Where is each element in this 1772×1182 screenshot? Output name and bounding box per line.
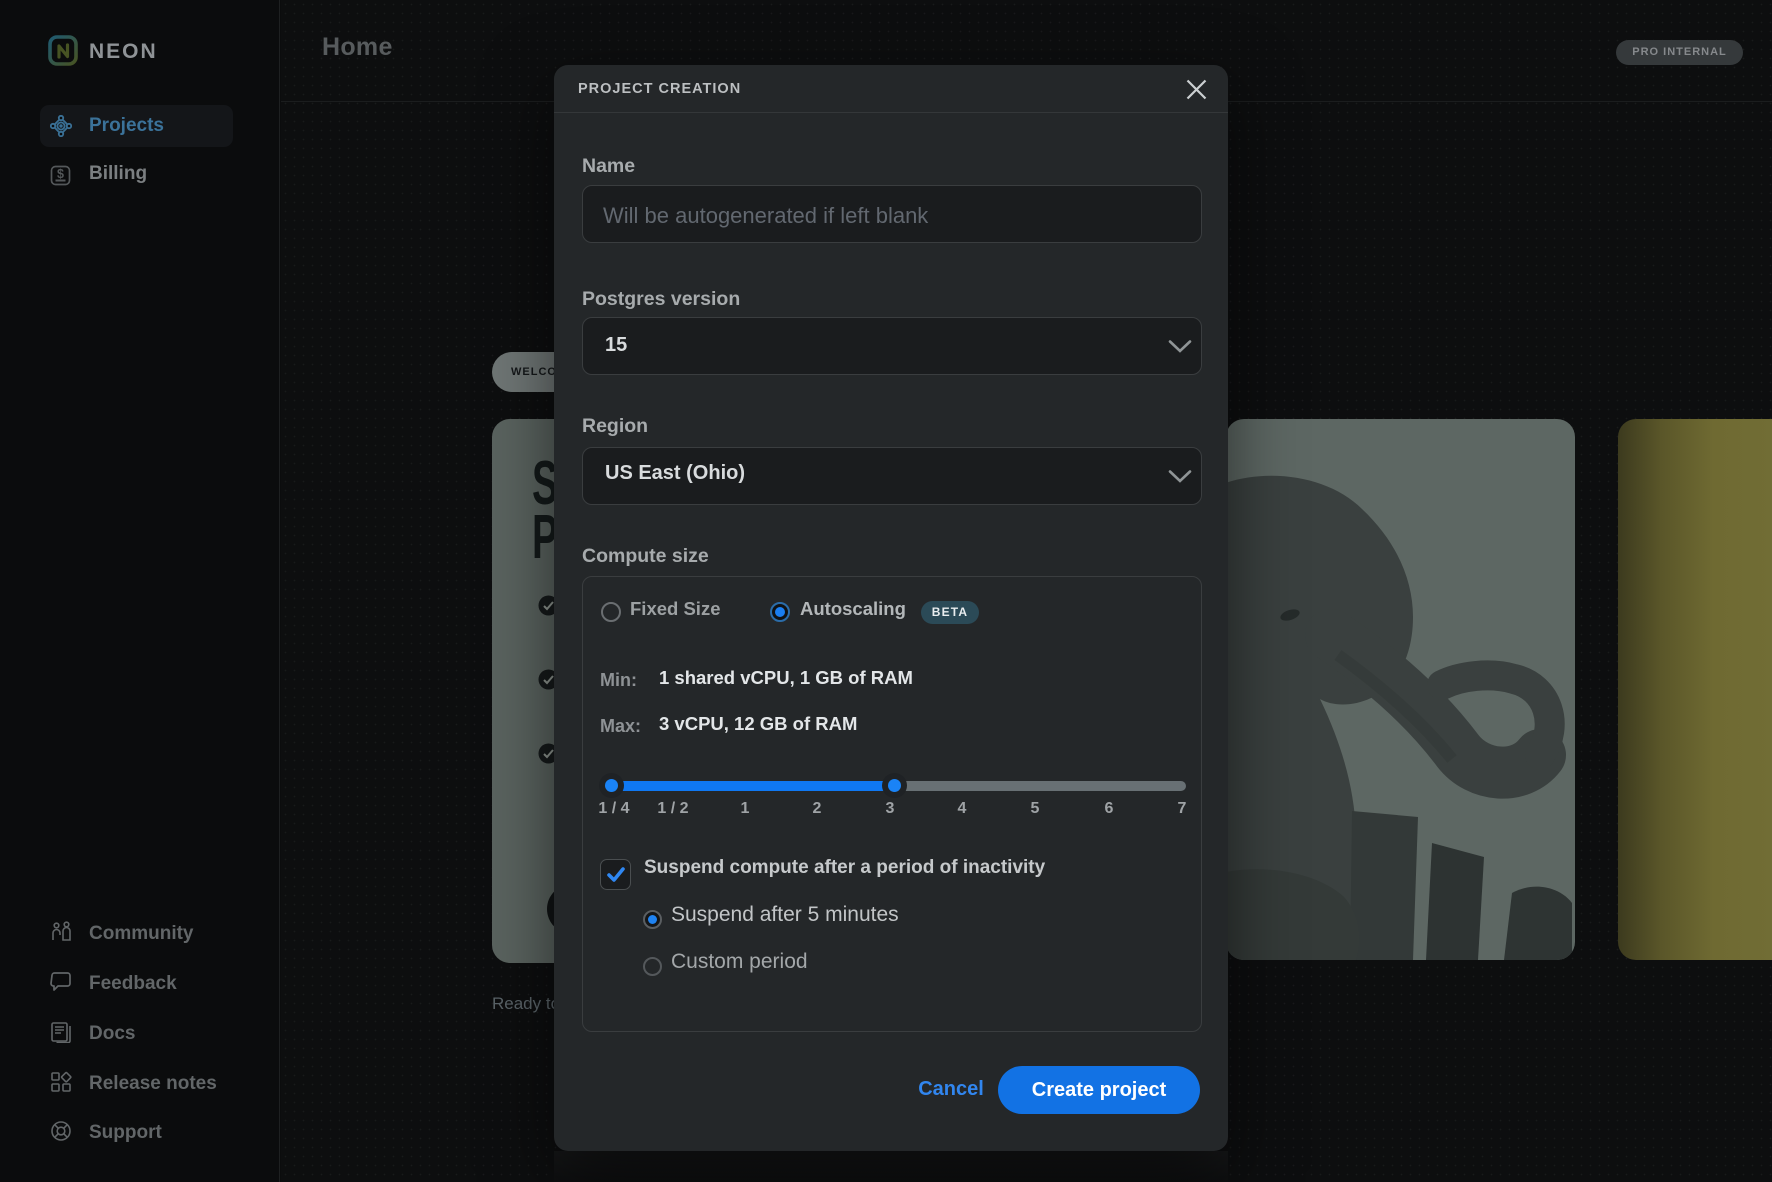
svg-text:$: $ [57,167,64,181]
